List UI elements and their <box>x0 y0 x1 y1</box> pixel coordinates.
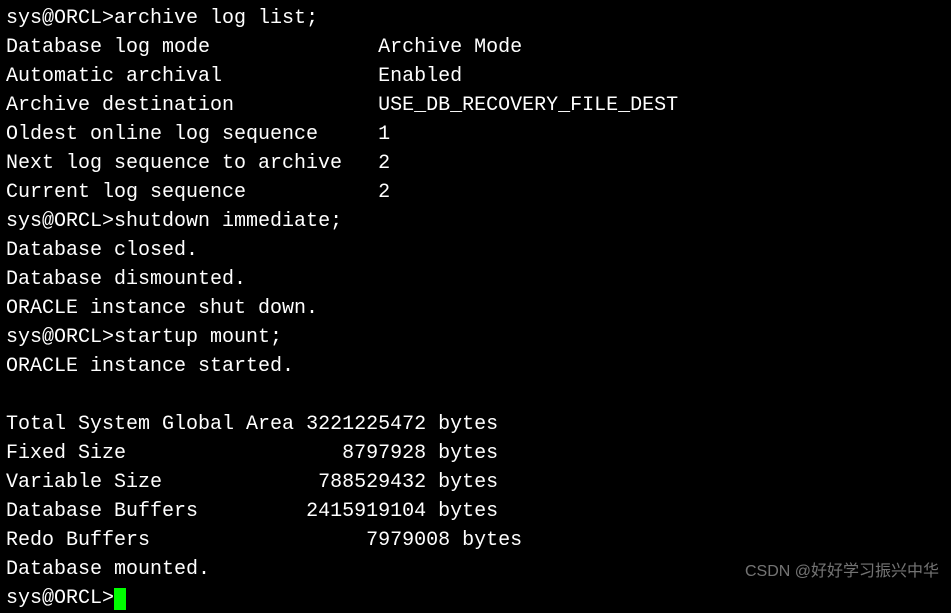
value: 7979008 <box>366 529 450 552</box>
sga-row: Variable Size 788529432 bytes <box>6 468 945 497</box>
unit: bytes <box>438 413 498 436</box>
label: Fixed Size <box>6 442 126 465</box>
sga-row: Fixed Size 8797928 bytes <box>6 439 945 468</box>
value: Archive Mode <box>378 36 522 59</box>
command-text: shutdown immediate; <box>114 210 342 233</box>
output-row: Database log mode Archive Mode <box>6 33 945 62</box>
unit: bytes <box>438 471 498 494</box>
prompt: sys@ORCL> <box>6 7 114 30</box>
output-msg: ORACLE instance started. <box>6 352 945 381</box>
label: Automatic archival <box>6 65 222 88</box>
cursor-icon <box>114 588 126 610</box>
value: 2 <box>378 181 390 204</box>
label: Archive destination <box>6 94 234 117</box>
sga-row: Database Buffers 2415919104 bytes <box>6 497 945 526</box>
value: 3221225472 <box>306 413 426 436</box>
sga-row: Total System Global Area 3221225472 byte… <box>6 410 945 439</box>
command-line[interactable]: sys@ORCL>shutdown immediate; <box>6 207 945 236</box>
blank-line <box>6 381 945 410</box>
output-row: Next log sequence to archive 2 <box>6 149 945 178</box>
label: Redo Buffers <box>6 529 150 552</box>
output-row: Oldest online log sequence 1 <box>6 120 945 149</box>
output-row: Automatic archival Enabled <box>6 62 945 91</box>
label: Variable Size <box>6 471 162 494</box>
value: 8797928 <box>342 442 426 465</box>
unit: bytes <box>438 500 498 523</box>
label: Next log sequence to archive <box>6 152 342 175</box>
command-line[interactable]: sys@ORCL> <box>6 584 945 613</box>
output-msg: ORACLE instance shut down. <box>6 294 945 323</box>
value: 2415919104 <box>306 500 426 523</box>
output-row: Current log sequence 2 <box>6 178 945 207</box>
label: Database Buffers <box>6 500 198 523</box>
value: 788529432 <box>318 471 426 494</box>
command-text: archive log list; <box>114 7 318 30</box>
output-row: Archive destination USE_DB_RECOVERY_FILE… <box>6 91 945 120</box>
unit: bytes <box>438 442 498 465</box>
command-line[interactable]: sys@ORCL>archive log list; <box>6 4 945 33</box>
value: Enabled <box>378 65 462 88</box>
label: Oldest online log sequence <box>6 123 318 146</box>
value: 2 <box>378 152 390 175</box>
prompt: sys@ORCL> <box>6 587 114 610</box>
command-line[interactable]: sys@ORCL>startup mount; <box>6 323 945 352</box>
unit: bytes <box>462 529 522 552</box>
value: USE_DB_RECOVERY_FILE_DEST <box>378 94 678 117</box>
prompt: sys@ORCL> <box>6 326 114 349</box>
prompt: sys@ORCL> <box>6 210 114 233</box>
command-text: startup mount; <box>114 326 282 349</box>
output-msg: Database closed. <box>6 236 945 265</box>
value: 1 <box>378 123 390 146</box>
label: Current log sequence <box>6 181 246 204</box>
label: Total System Global Area <box>6 413 294 436</box>
sga-row: Redo Buffers 7979008 bytes <box>6 526 945 555</box>
output-msg: Database dismounted. <box>6 265 945 294</box>
output-msg: Database mounted. <box>6 555 945 584</box>
label: Database log mode <box>6 36 210 59</box>
